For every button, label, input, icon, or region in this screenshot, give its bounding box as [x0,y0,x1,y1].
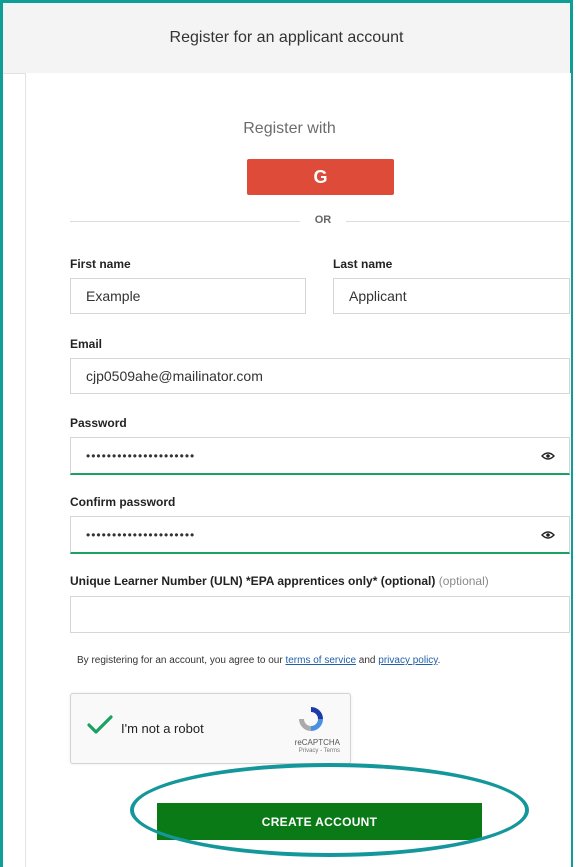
privacy-policy-link[interactable]: privacy policy [378,655,437,666]
last-name-input[interactable] [334,279,569,313]
page-title: Register for an applicant account [169,29,404,46]
last-name-label: Last name [333,257,393,271]
password-value: ••••••••••••••••••••• [86,448,196,463]
terms-of-service-link[interactable]: terms of service [285,655,356,666]
email-label: Email [70,337,103,351]
confirm-password-value: ••••••••••••••••••••• [86,527,196,542]
register-with-label: Register with [243,120,336,137]
uln-field[interactable] [70,596,570,633]
uln-label: Unique Learner Number (ULN) *EPA apprent… [70,574,489,588]
email-input[interactable] [71,359,569,393]
page-header: Register for an applicant account [3,3,570,74]
create-account-button[interactable]: CREATE ACCOUNT [157,803,482,840]
terms-prefix: By registering for an account, you agree… [77,655,286,666]
terms-suffix: . [437,655,441,666]
first-name-input[interactable] [71,279,305,313]
show-password-eye-icon[interactable] [533,451,563,461]
divider-right [346,221,570,222]
recaptcha-logo-icon [296,704,326,739]
terms-and: and [356,655,379,666]
recaptcha-brand: reCAPTCHA [294,738,340,747]
confirm-password-field[interactable]: ••••••••••••••••••••• [70,516,570,554]
first-name-field[interactable] [70,278,306,314]
uln-input[interactable] [71,597,569,632]
or-divider-label: OR [314,214,332,226]
uln-label-text: Unique Learner Number (ULN) *EPA apprent… [70,574,436,588]
recaptcha-widget: I'm not a robot reCAPTCHA Privacy - Term… [70,693,351,764]
show-confirm-password-eye-icon[interactable] [533,530,563,540]
not-a-robot-label: I'm not a robot [121,721,204,736]
terms-text: By registering for an account, you agree… [77,655,440,666]
checkmark-icon[interactable] [87,714,113,741]
password-label: Password [70,416,127,430]
recaptcha-privacy-terms[interactable]: Privacy - Terms [299,748,340,754]
email-field[interactable] [70,358,570,394]
confirm-password-label: Confirm password [70,495,176,509]
password-field[interactable]: ••••••••••••••••••••• [70,437,570,475]
divider-left [70,221,300,222]
google-signup-button[interactable]: G [247,159,394,195]
google-icon: G [313,166,328,187]
last-name-field[interactable] [333,278,570,314]
uln-optional-tag: (optional) [438,574,489,588]
first-name-label: First name [70,257,131,271]
